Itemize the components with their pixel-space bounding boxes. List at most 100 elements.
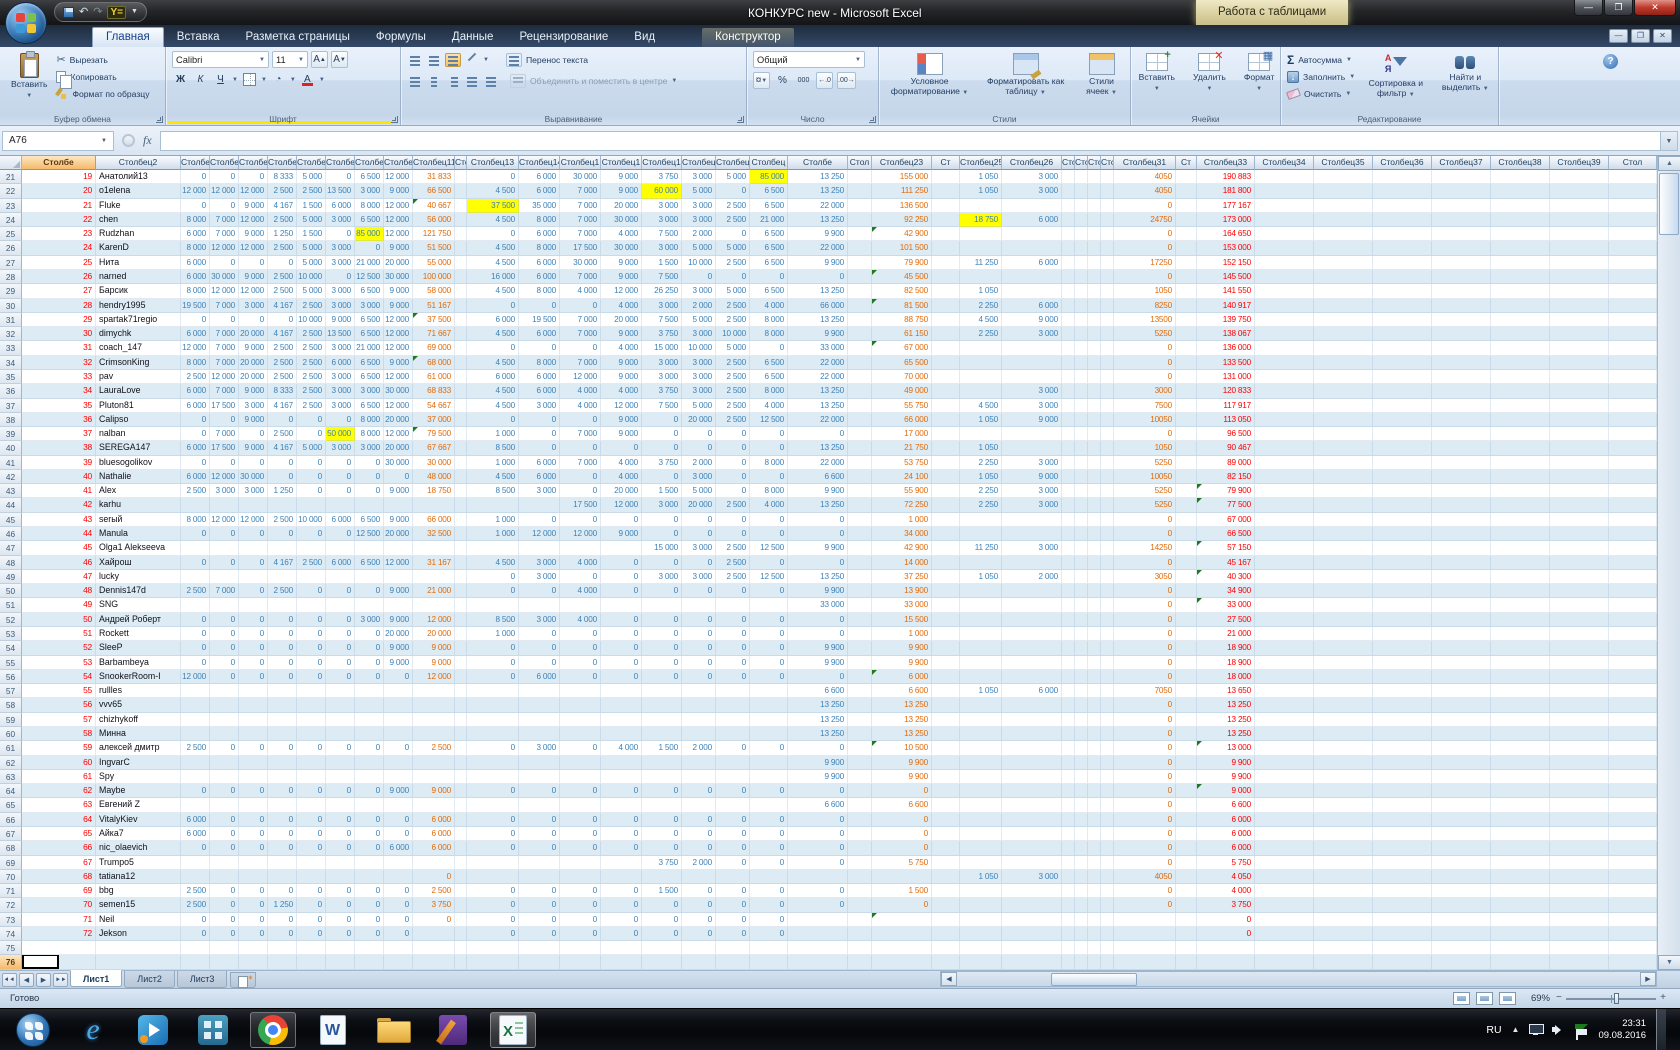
cell[interactable] (1550, 256, 1609, 270)
cell[interactable] (1176, 598, 1197, 612)
cell[interactable] (297, 955, 326, 969)
cell[interactable] (1176, 170, 1197, 184)
row-header[interactable]: 69 (0, 856, 22, 870)
cell[interactable]: 52 (22, 641, 96, 655)
row-header[interactable]: 35 (0, 370, 22, 384)
cell[interactable]: Spy (96, 770, 181, 784)
cell[interactable]: 0 (210, 813, 239, 827)
cell[interactable]: 20 000 (384, 627, 413, 641)
cell[interactable]: 7 000 (210, 356, 239, 370)
cell[interactable]: 0 (519, 341, 560, 355)
cell[interactable]: 12 000 (384, 170, 413, 184)
cell[interactable] (1176, 241, 1197, 255)
cell[interactable]: 0 (519, 513, 560, 527)
cell[interactable]: 66 000 (872, 413, 932, 427)
cell[interactable]: 12 000 (601, 498, 642, 512)
cell[interactable]: 4 500 (467, 284, 519, 298)
cell[interactable]: 18 750 (960, 213, 1002, 227)
cell[interactable] (848, 356, 872, 370)
cell[interactable] (1088, 384, 1101, 398)
cell[interactable]: 12 000 (210, 370, 239, 384)
cell[interactable]: 3 000 (355, 613, 384, 627)
cell[interactable] (1002, 770, 1062, 784)
cell[interactable] (1075, 184, 1088, 198)
cell[interactable] (1432, 870, 1491, 884)
cell[interactable] (1002, 527, 1062, 541)
cell[interactable]: 0 (181, 427, 210, 441)
cell[interactable] (1373, 270, 1432, 284)
cell[interactable]: 8 000 (750, 456, 788, 470)
cell[interactable] (1550, 327, 1609, 341)
cell[interactable]: 6 000 (181, 813, 210, 827)
cell[interactable] (1609, 756, 1657, 770)
cell[interactable]: 9 000 (384, 284, 413, 298)
insert-worksheet-tab[interactable] (230, 972, 256, 988)
cell[interactable]: 46 (22, 556, 96, 570)
cell[interactable] (932, 798, 960, 812)
cell[interactable]: 0 (682, 270, 716, 284)
cell[interactable]: 0 (716, 641, 750, 655)
cell[interactable] (1088, 299, 1101, 313)
cell[interactable]: 0 (268, 670, 297, 684)
cell[interactable] (1373, 170, 1432, 184)
cell[interactable]: 24 (22, 241, 96, 255)
cell[interactable] (1176, 913, 1197, 927)
cell[interactable] (1314, 813, 1373, 827)
cell[interactable] (1075, 399, 1088, 413)
cell[interactable] (1101, 670, 1114, 684)
cell[interactable] (1373, 213, 1432, 227)
cell[interactable]: 9 000 (384, 513, 413, 527)
cell[interactable] (1255, 484, 1314, 498)
column-header[interactable]: Столбец1 (601, 156, 642, 170)
cell[interactable]: 12 000 (181, 341, 210, 355)
cell[interactable]: 66 000 (413, 513, 455, 527)
cell[interactable] (848, 484, 872, 498)
cell[interactable]: 66 (22, 841, 96, 855)
cell[interactable]: 0 (560, 299, 601, 313)
cell[interactable] (297, 541, 326, 555)
cell[interactable]: 40 (22, 470, 96, 484)
cell[interactable] (1062, 399, 1075, 413)
cell[interactable]: 0 (601, 556, 642, 570)
cell[interactable] (1062, 570, 1075, 584)
cell[interactable] (848, 513, 872, 527)
cell[interactable] (1314, 341, 1373, 355)
cell[interactable] (872, 870, 932, 884)
cell[interactable] (1609, 613, 1657, 627)
cell[interactable] (1088, 598, 1101, 612)
cell[interactable] (848, 727, 872, 741)
cell[interactable]: 0 (750, 927, 788, 941)
cell[interactable]: 0 (1114, 270, 1176, 284)
cell[interactable] (519, 498, 560, 512)
cell[interactable] (1491, 427, 1550, 441)
cell[interactable] (1314, 684, 1373, 698)
cell[interactable] (1088, 484, 1101, 498)
cell[interactable] (960, 913, 1002, 927)
cell[interactable] (1314, 470, 1373, 484)
cell[interactable] (848, 299, 872, 313)
cell[interactable]: 20 (22, 184, 96, 198)
cell[interactable]: 6 500 (750, 256, 788, 270)
cell[interactable] (1075, 341, 1088, 355)
cell[interactable] (1609, 399, 1657, 413)
cell[interactable]: 66 000 (788, 299, 848, 313)
cell[interactable]: 0 (788, 270, 848, 284)
cell[interactable] (1432, 756, 1491, 770)
cell[interactable]: 0 (268, 656, 297, 670)
cell[interactable] (1255, 741, 1314, 755)
cell[interactable]: 6 000 (519, 227, 560, 241)
row-header[interactable]: 34 (0, 356, 22, 370)
cell[interactable] (1002, 598, 1062, 612)
cell[interactable]: 9 000 (601, 370, 642, 384)
cell[interactable]: 9 000 (601, 527, 642, 541)
cell[interactable] (1176, 698, 1197, 712)
cell[interactable] (1609, 656, 1657, 670)
cell[interactable]: 0 (788, 613, 848, 627)
cell[interactable] (1432, 898, 1491, 912)
cell[interactable]: 0 (601, 613, 642, 627)
bold-button[interactable]: Ж (172, 71, 189, 88)
cell[interactable] (455, 427, 467, 441)
cell[interactable] (1255, 498, 1314, 512)
cell[interactable] (297, 598, 326, 612)
cell[interactable]: 3 000 (1002, 870, 1062, 884)
